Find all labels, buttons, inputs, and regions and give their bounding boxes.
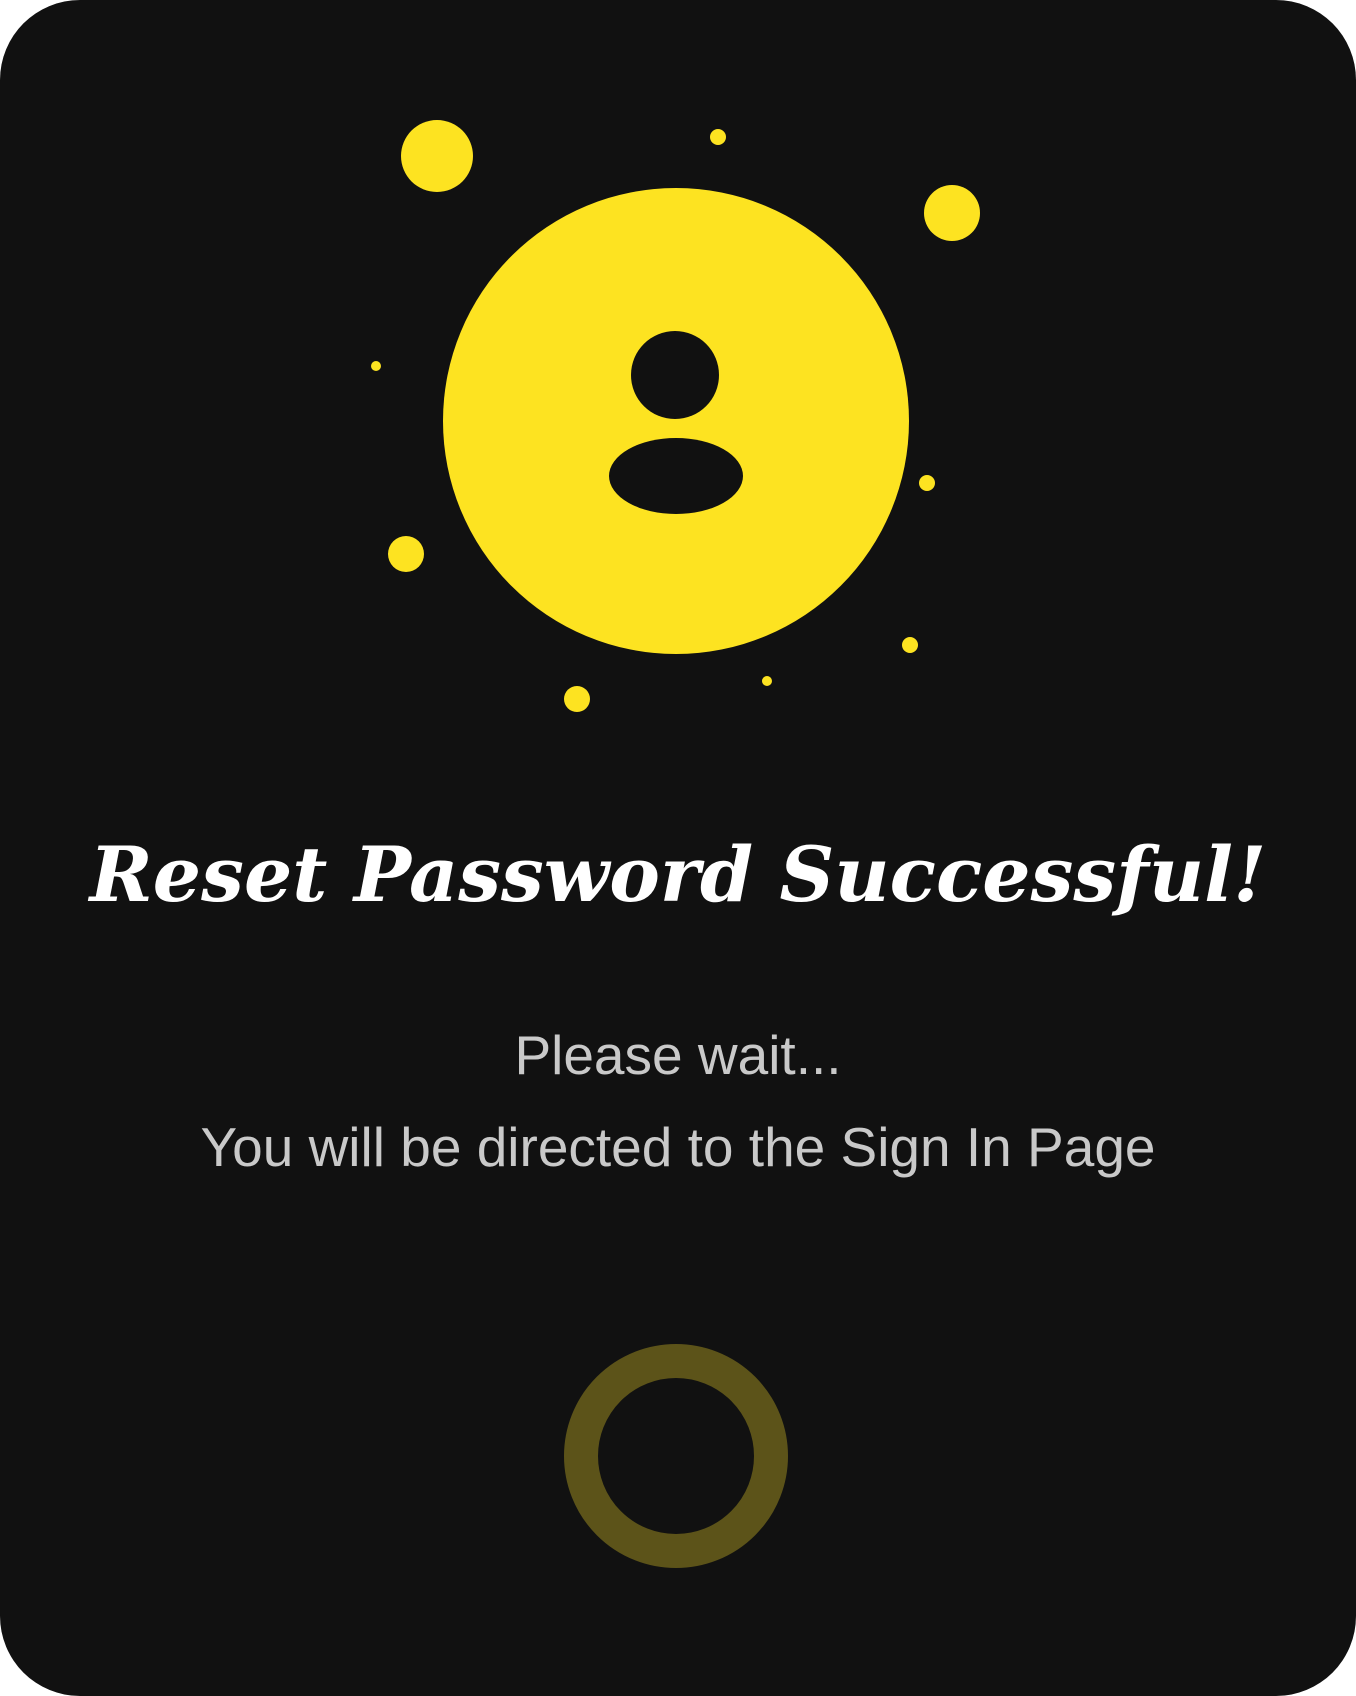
redirect-message: You will be directed to the Sign In Page	[200, 1116, 1156, 1178]
success-title: Reset Password Successful!	[89, 830, 1267, 919]
success-illustration	[371, 120, 980, 712]
loading-spinner-icon	[564, 1344, 788, 1568]
success-dialog: Reset Password Successful! Please wait..…	[0, 0, 1356, 1696]
user-icon	[443, 188, 909, 654]
wait-message: Please wait...	[514, 1024, 842, 1086]
